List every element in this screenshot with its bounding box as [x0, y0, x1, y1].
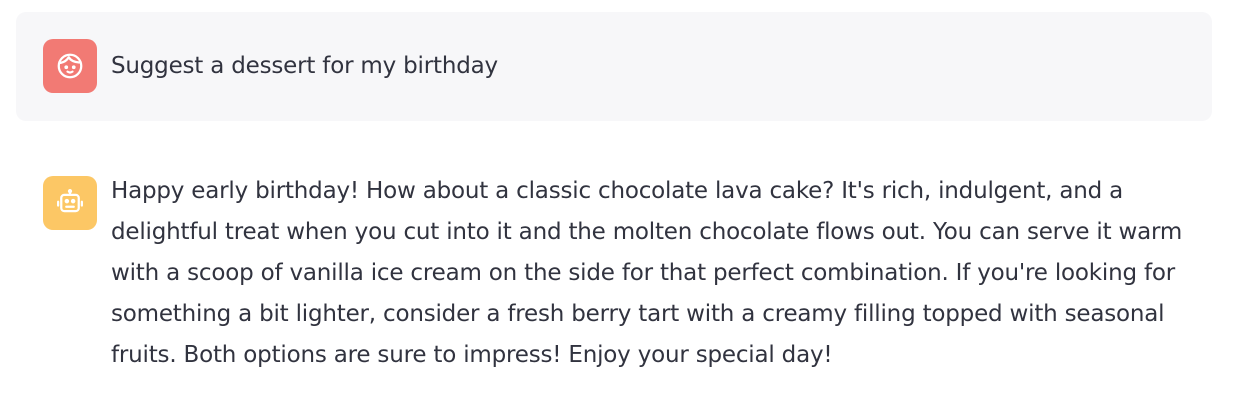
- chat-container: Suggest a dessert for my birthday Happy …: [0, 0, 1240, 410]
- assistant-message: Happy early birthday! How about a classi…: [16, 155, 1212, 395]
- assistant-message-text: Happy early birthday! How about a classi…: [111, 178, 1183, 368]
- user-face-icon: [43, 39, 97, 93]
- robot-icon: [43, 176, 97, 230]
- user-message-text: Suggest a dessert for my birthday: [111, 53, 498, 79]
- user-message: Suggest a dessert for my birthday: [16, 12, 1212, 121]
